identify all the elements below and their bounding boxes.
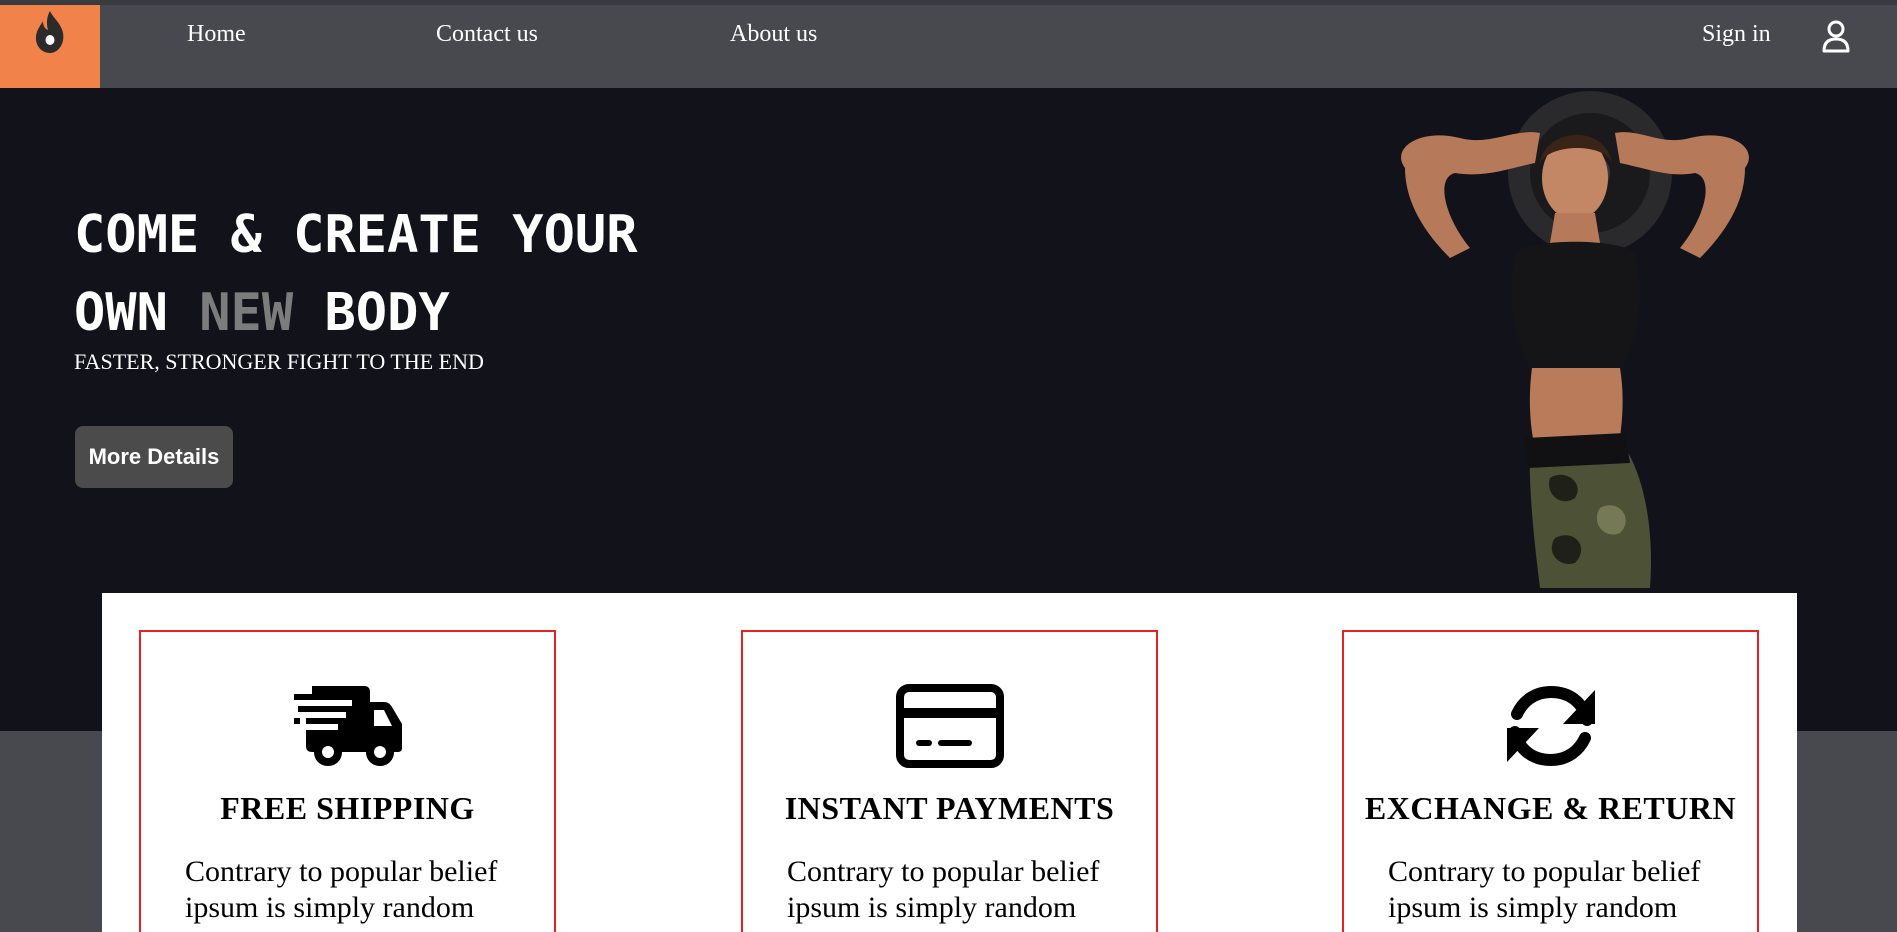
feature-description: Contrary to popular belief ipsum is simp… (787, 855, 1100, 924)
feature-title: INSTANT PAYMENTS (784, 790, 1115, 826)
features-section: FREE SHIPPING Contrary to popular belief… (102, 593, 1797, 932)
user-icon[interactable] (1821, 19, 1851, 53)
top-navbar: Home Contact us About us Sign in (0, 5, 1897, 88)
feature-title: FREE SHIPPING (220, 790, 475, 826)
hero-title-line2-start: OWN (74, 283, 200, 343)
sign-in-link[interactable]: Sign in (1702, 21, 1771, 48)
nav-contact-link[interactable]: Contact us (436, 21, 538, 48)
nav-home-link[interactable]: Home (187, 21, 246, 48)
hero-title-line2-end: BODY (293, 283, 450, 343)
hero-subtitle: FASTER, STRONGER FIGHT TO THE END (74, 349, 484, 374)
nav-about-link[interactable]: About us (730, 21, 817, 48)
truck-icon (293, 686, 402, 766)
hero-title: COME & CREATE YOUR OWN NEW BODY (74, 196, 638, 352)
feature-title: EXCHANGE & RETURN (1364, 790, 1737, 826)
feature-card-exchange-return: EXCHANGE & RETURN Contrary to popular be… (1342, 630, 1759, 932)
credit-card-icon (895, 684, 1004, 768)
refresh-icon (1506, 685, 1595, 767)
more-details-button[interactable]: More Details (75, 426, 233, 488)
feature-description: Contrary to popular belief ipsum is simp… (185, 855, 498, 924)
logo[interactable] (0, 5, 100, 88)
flame-logo-icon (35, 11, 64, 53)
feature-card-instant-payments: INSTANT PAYMENTS Contrary to popular bel… (741, 630, 1158, 932)
feature-description: Contrary to popular belief ipsum is simp… (1388, 855, 1701, 924)
hero-title-line1: COME & CREATE YOUR (74, 205, 638, 265)
feature-card-free-shipping: FREE SHIPPING Contrary to popular belief… (139, 630, 556, 932)
hero-title-accent: NEW (199, 283, 294, 343)
fitness-woman-image (1401, 91, 1749, 588)
